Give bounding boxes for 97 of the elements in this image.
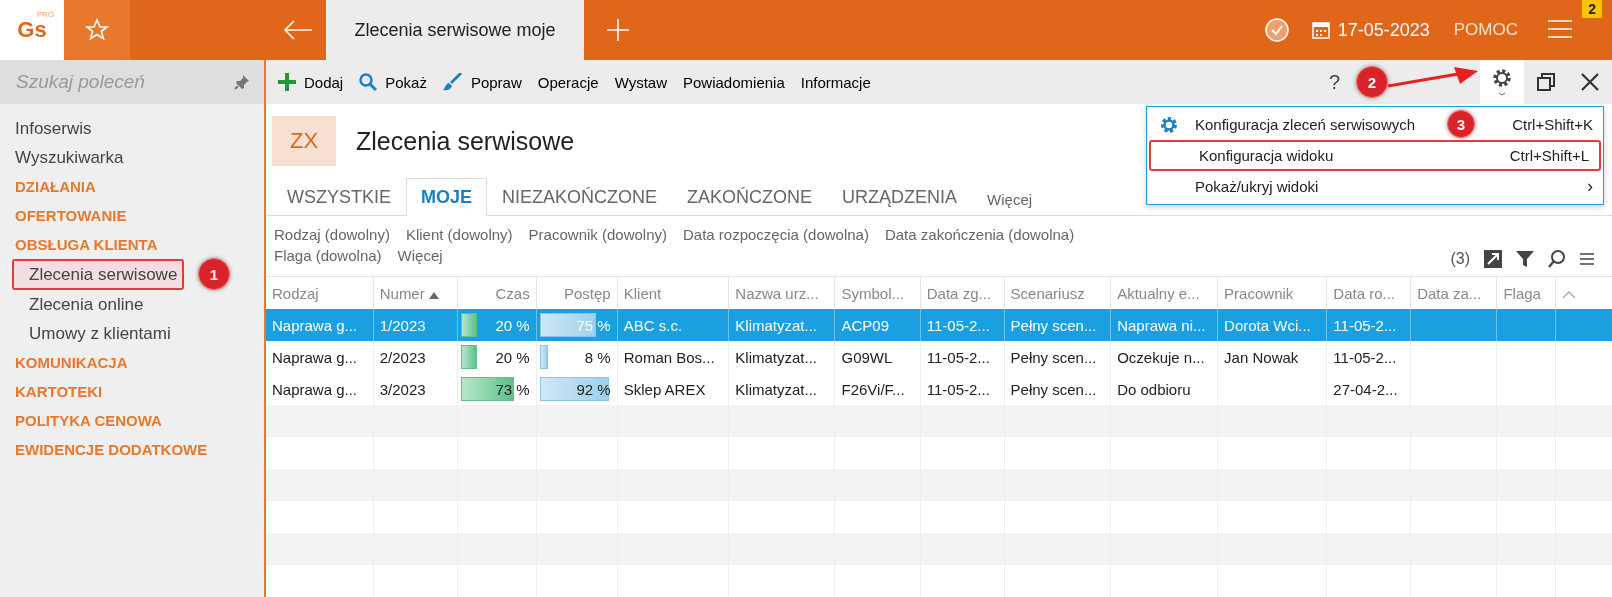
table-cell: Klimatyzat... (735, 380, 817, 398)
table-cell: Naprawa g... (272, 380, 358, 398)
filter-link[interactable]: Pracownik (dowolny) (528, 226, 667, 243)
sidebar-item[interactable]: Umowy z klientami (0, 319, 264, 348)
record-count: (3) (1450, 250, 1470, 268)
filter-link[interactable]: Data rozpoczęcia (dowolna) (683, 226, 869, 243)
table-cell: ACP09 (841, 316, 889, 334)
module-title: Zlecenia serwisowe (356, 126, 575, 156)
table-cell: G09WL (841, 348, 893, 366)
table-cell: 8 % (584, 348, 611, 366)
table-cell: 11-05-2... (926, 316, 990, 334)
restore-window-icon[interactable] (1536, 72, 1556, 92)
command-search-field[interactable]: Szukaj poleceń (14, 70, 218, 94)
table-cell: Oczekuje n... (1117, 348, 1205, 366)
table-cell: Pełny scen... (1010, 348, 1097, 366)
table-cell: 73 % (495, 380, 530, 398)
table-cell: Do odbioru (1117, 380, 1191, 398)
search-bar[interactable]: Szukaj poleceń (0, 60, 264, 104)
filter-link[interactable]: Rodzaj (dowolny) (274, 226, 390, 243)
table-cell: Pełny scen... (1010, 316, 1097, 334)
toolbar-button[interactable]: Popraw (442, 73, 522, 91)
search-icon (359, 73, 378, 91)
table-cell: 3/2023 (379, 380, 426, 398)
toolbar-button[interactable]: Operacje (537, 73, 599, 91)
filter-link[interactable]: Więcej (397, 247, 443, 264)
callout-marker: 2 (1356, 66, 1388, 98)
calendar-icon[interactable] (1311, 21, 1330, 39)
table-cell: 20 % (495, 316, 530, 334)
table-cell: Sklep AREX (623, 380, 706, 398)
toolbar-button[interactable]: Powiadomienia (683, 73, 785, 91)
help-button[interactable]: ? (1328, 70, 1340, 94)
add-tab-icon[interactable] (606, 18, 630, 42)
scroll-up-icon[interactable] (1561, 290, 1576, 299)
toolbar-button[interactable]: Pokaż (359, 73, 427, 91)
back-arrow-icon[interactable] (283, 20, 313, 40)
table-cell: 11-05-2... (1333, 316, 1397, 334)
notification-badge: 2 (1582, 0, 1602, 18)
toolbar-button[interactable]: Informacje (800, 73, 871, 91)
view-tab[interactable]: WSZYSTKIE (272, 178, 406, 216)
view-tab[interactable]: URZĄDZENIA (827, 178, 973, 216)
table-cell: Klimatyzat... (735, 348, 817, 366)
table-cell: 11-05-2... (926, 380, 990, 398)
table-cell: Naprawa g... (272, 316, 358, 334)
brush-icon (442, 73, 463, 91)
sidebar-item[interactable]: Wyszukiwarka (0, 143, 264, 172)
sort-ascending-icon (428, 291, 439, 299)
table-cell: Dorota Wci... (1224, 316, 1311, 334)
filter-link[interactable]: Data zakończenia (dowolna) (884, 226, 1075, 243)
table-cell: 20 % (495, 348, 530, 366)
pin-icon[interactable] (234, 74, 250, 90)
check-circle-icon[interactable] (1263, 17, 1290, 43)
table-cell: 1/2023 (379, 316, 426, 334)
filter-link[interactable]: Klient (dowolny) (405, 226, 513, 243)
view-tab[interactable]: ZAKOŃCZONE (672, 178, 828, 216)
toolbar-button[interactable]: Dodaj (278, 73, 344, 91)
table-cell: 27-04-2... (1333, 380, 1398, 398)
table-cell: F26Vi/F... (841, 380, 905, 398)
plus-icon (278, 73, 296, 91)
star-icon[interactable] (85, 18, 109, 42)
view-tab[interactable]: Więcej (972, 182, 1048, 216)
view-tab[interactable]: NIEZAKOŃCZONE (487, 178, 673, 216)
callout-marker: 1 (198, 258, 230, 290)
menu-item[interactable]: Konfiguracja zleceń serwisowych 3 Ctrl+Shift+K (1147, 109, 1603, 140)
menu-icon[interactable] (1548, 19, 1572, 38)
settings-icon[interactable] (1491, 67, 1513, 97)
filter-icon[interactable] (1516, 250, 1534, 268)
table-cell: Naprawa g... (272, 348, 358, 366)
table-cell: Klimatyzat... (735, 316, 817, 334)
view-tab[interactable]: MOJE (406, 178, 488, 216)
shortcut-label: Ctrl+Shift+K (1512, 116, 1593, 133)
menu-item[interactable]: Konfiguracja widoku Ctrl+Shift+L (1149, 140, 1601, 171)
sidebar-item[interactable]: Zlecenia online (0, 290, 264, 319)
table-cell: 11-05-2... (1333, 348, 1397, 366)
table-cell: 2/2023 (379, 348, 426, 366)
table-cell: 92 % (576, 380, 611, 398)
callout-marker: 3 (1447, 110, 1475, 138)
filter-link[interactable]: Flaga (dowolna) (274, 247, 382, 264)
table-cell: Roman Bos... (623, 348, 715, 366)
list-menu-icon[interactable] (1580, 253, 1594, 265)
document-tab[interactable]: Zlecenia serwisowe moje (326, 0, 584, 60)
table-cell: ABC s.c. (623, 316, 683, 334)
module-badge: ZX (272, 116, 336, 166)
export-icon[interactable] (1484, 250, 1502, 268)
table-cell: 75 % (576, 316, 611, 334)
table-cell: Pełny scen... (1010, 380, 1097, 398)
table-cell: 11-05-2... (926, 348, 990, 366)
table-cell: Jan Nowak (1224, 348, 1299, 366)
gear-icon (1159, 114, 1179, 135)
current-date[interactable]: 17-05-2023 (1337, 19, 1430, 41)
toolbar-button[interactable]: Wystaw (614, 73, 667, 91)
shortcut-label: Ctrl+Shift+L (1509, 147, 1589, 164)
search-icon[interactable] (1548, 250, 1566, 268)
submenu-chevron: › (1587, 176, 1593, 197)
close-icon[interactable] (1581, 73, 1599, 91)
menu-item[interactable]: Pokaż/ukryj widoki › (1147, 171, 1603, 202)
table-cell: Naprawa ni... (1117, 316, 1206, 334)
sidebar-item[interactable]: Infoserwis (0, 114, 264, 143)
